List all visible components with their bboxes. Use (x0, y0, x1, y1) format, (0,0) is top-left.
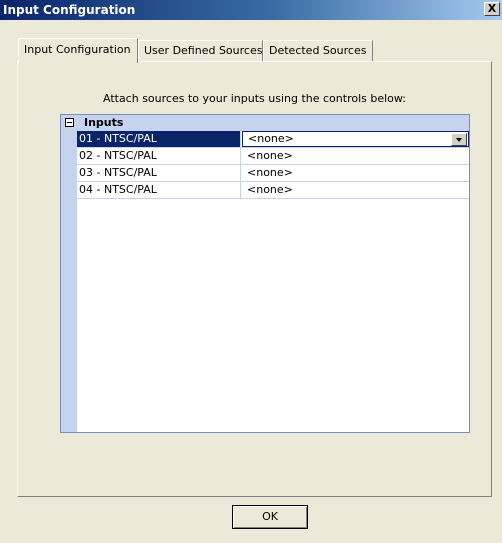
input-name[interactable]: 03 - NTSC/PAL (77, 165, 241, 181)
collapse-icon[interactable] (65, 118, 74, 127)
input-name[interactable]: 02 - NTSC/PAL (77, 148, 241, 164)
source-value[interactable]: <none> (242, 165, 469, 181)
grid-row[interactable]: 04 - NTSC/PAL <none> (77, 182, 469, 199)
title-bar: Input Configuration X (0, 0, 502, 20)
grid-row[interactable]: 01 - NTSC/PAL <none> (77, 131, 469, 148)
grid-row[interactable]: 02 - NTSC/PAL <none> (77, 148, 469, 165)
tab-user-defined-sources[interactable]: User Defined Sources (138, 40, 263, 61)
tab-detected-sources[interactable]: Detected Sources (263, 40, 373, 61)
window-title: Input Configuration (3, 3, 136, 17)
input-name[interactable]: 01 - NTSC/PAL (77, 131, 241, 147)
source-value[interactable]: <none> (242, 148, 469, 164)
tab-strip: Input Configuration User Defined Sources… (18, 38, 488, 63)
category-label: Inputs (84, 116, 124, 129)
grid-margin (61, 115, 77, 432)
category-header: Inputs (61, 115, 469, 131)
source-select[interactable]: <none> (242, 131, 469, 147)
tab-input-configuration[interactable]: Input Configuration (18, 38, 138, 63)
ok-button[interactable]: OK (232, 505, 308, 529)
instruction-text: Attach sources to your inputs using the … (102, 92, 406, 105)
chevron-down-icon[interactable] (451, 133, 467, 146)
close-button[interactable]: X (484, 2, 500, 16)
property-grid: Inputs 01 - NTSC/PAL <none> 02 - NTSC/PA… (60, 114, 470, 433)
input-name[interactable]: 04 - NTSC/PAL (77, 182, 241, 198)
tab-panel: Attach sources to your inputs using the … (17, 61, 492, 497)
source-value[interactable]: <none> (242, 182, 469, 198)
source-value: <none> (248, 132, 294, 145)
grid-row[interactable]: 03 - NTSC/PAL <none> (77, 165, 469, 182)
